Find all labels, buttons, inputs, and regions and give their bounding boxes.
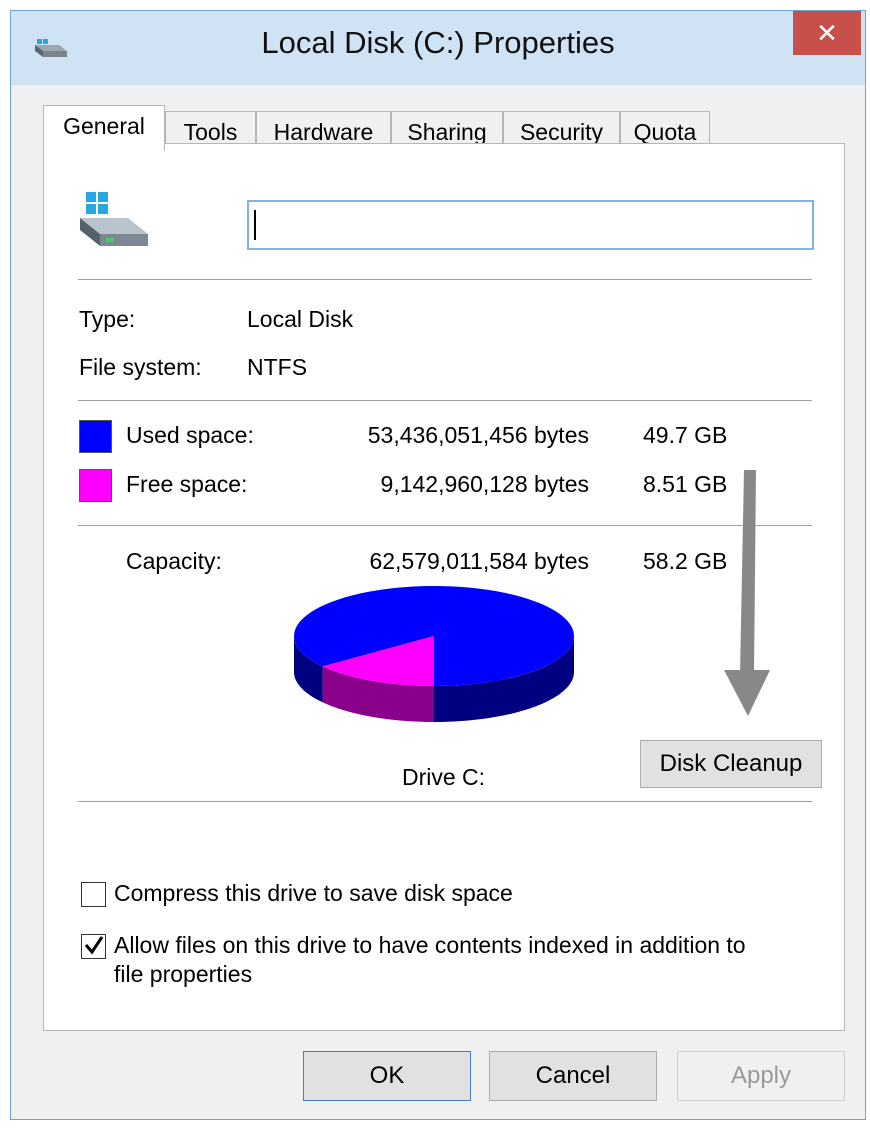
separator [78, 400, 812, 401]
close-button[interactable]: ✕ [793, 11, 861, 55]
drive-label: Drive C: [402, 764, 486, 790]
type-label: Type: [79, 306, 136, 332]
arrow-annotation [724, 470, 770, 716]
type-value: Local Disk [247, 306, 354, 332]
capacity-label: Capacity: [126, 548, 222, 574]
used-space-bytes: 53,436,051,456 bytes [367, 422, 589, 448]
window-title: Local Disk (C:) Properties [261, 25, 615, 60]
apply-button[interactable]: Apply [677, 1051, 845, 1101]
index-label-line-2: file properties [114, 961, 253, 987]
free-space-size: 8.51 GB [643, 471, 728, 497]
drive-icon [76, 190, 152, 259]
index-label-line-1: Allow files on this drive to have conten… [114, 932, 746, 958]
index-label: Allow files on this drive to have conten… [114, 932, 746, 988]
tab-general[interactable]: General [43, 105, 165, 151]
used-space-size: 49.7 GB [643, 422, 728, 448]
compress-checkbox[interactable] [81, 882, 106, 907]
close-icon: ✕ [816, 18, 838, 48]
separator [78, 279, 812, 280]
compress-label: Compress this drive to save disk space [114, 880, 513, 906]
drive-name-input[interactable] [247, 200, 814, 250]
capacity-size: 58.2 GB [643, 548, 728, 574]
separator [78, 801, 812, 802]
disk-cleanup-button[interactable]: Disk Cleanup [640, 740, 822, 788]
title-bar[interactable]: Local Disk (C:) Properties ✕ [11, 11, 865, 85]
file-system-label: File system: [79, 354, 202, 380]
free-space-label: Free space: [126, 471, 248, 497]
used-space-label: Used space: [126, 422, 254, 448]
text-cursor [254, 210, 256, 240]
ok-button[interactable]: OK [303, 1051, 471, 1101]
disk-usage-pie [294, 586, 574, 722]
capacity-bytes: 62,579,011,584 bytes [369, 548, 589, 574]
file-system-value: NTFS [247, 354, 308, 380]
used-space-swatch [79, 420, 112, 453]
properties-window: Local Disk (C:) Properties ✕ General Too… [10, 10, 866, 1120]
general-panel: Type: Local Disk File system: NTFS Used … [43, 143, 845, 1031]
index-checkbox[interactable] [81, 934, 106, 959]
cancel-button[interactable]: Cancel [489, 1051, 657, 1101]
separator [78, 525, 812, 526]
free-space-swatch [79, 469, 112, 502]
checkmark-icon [83, 933, 105, 962]
free-space-bytes: 9,142,960,128 bytes [380, 471, 589, 497]
